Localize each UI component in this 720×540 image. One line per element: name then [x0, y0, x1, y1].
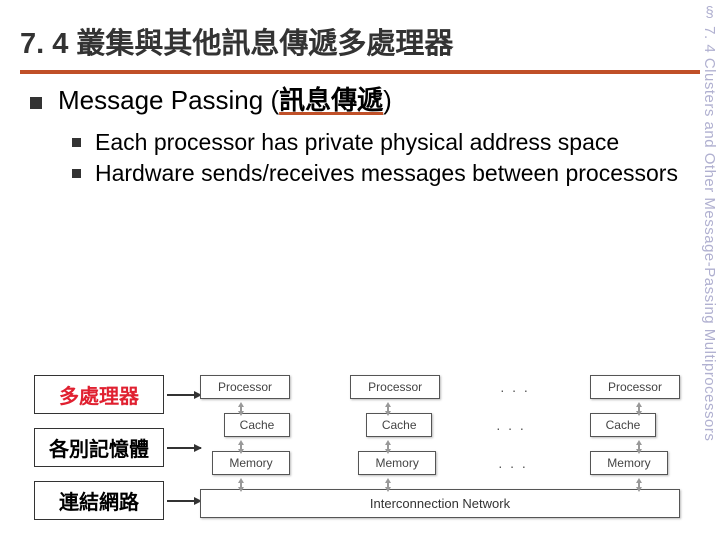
heading-base: Message Passing [58, 85, 270, 115]
bullet-item: Each processor has private physical addr… [72, 128, 690, 157]
slide: § 7. 4 Clusters and Other Message-Passin… [0, 0, 720, 540]
connector-line-icon [638, 481, 640, 489]
memory-box: Memory [590, 451, 668, 475]
cache-row: Cache Cache . . . Cache [200, 413, 680, 437]
heading-paren-close: ) [383, 85, 392, 115]
connector-line-icon [638, 443, 640, 451]
connector-line-icon [387, 481, 389, 489]
bullet-text: Hardware sends/receives messages between… [95, 159, 678, 188]
cache-box: Cache [224, 413, 290, 437]
processor-row: Processor Processor . . . Processor [200, 375, 680, 399]
connector-row [200, 481, 680, 489]
connector-row [200, 443, 680, 451]
heading-text: Message Passing (訊息傳遞) [58, 85, 392, 116]
arrow-icon [167, 500, 201, 502]
label-network: 連結網路 [34, 481, 164, 520]
square-bullet-icon [72, 169, 81, 178]
connector-line-icon [240, 405, 242, 413]
interconnect-box: Interconnection Network [200, 489, 680, 518]
connector-line-icon [240, 443, 242, 451]
connector-line-icon [387, 443, 389, 451]
label-text: 連結網路 [59, 492, 139, 514]
processor-box: Processor [590, 375, 680, 399]
arrow-icon [167, 447, 201, 449]
connector-line-icon [240, 481, 242, 489]
label-text: 各別記憶體 [49, 439, 149, 461]
processor-box: Processor [200, 375, 290, 399]
connector-row [200, 405, 680, 413]
section-sidebar: § 7. 4 Clusters and Other Message-Passin… [701, 4, 718, 441]
square-bullet-icon [30, 97, 42, 109]
bullet-text: Each processor has private physical addr… [95, 128, 619, 157]
heading-underlined: 訊息傳遞 [279, 85, 383, 115]
memory-row: Memory Memory . . . Memory [200, 451, 680, 475]
label-memory: 各別記憶體 [34, 428, 164, 467]
ellipsis-icon: . . . [496, 417, 525, 433]
label-multiprocessor: 多處理器 [34, 375, 164, 414]
ellipsis-icon: . . . [498, 455, 527, 471]
content-area: Message Passing (訊息傳遞) Each processor ha… [30, 85, 690, 190]
connector-line-icon [638, 405, 640, 413]
cache-box: Cache [366, 413, 432, 437]
heading-paren-open: ( [270, 85, 279, 115]
label-text: 多處理器 [59, 386, 139, 408]
title-bar: 7. 4 叢集與其他訊息傳遞多處理器 [20, 20, 700, 74]
cache-box: Cache [590, 413, 656, 437]
bullet-item: Hardware sends/receives messages between… [72, 159, 690, 188]
arrow-icon [167, 394, 201, 396]
slide-title: 7. 4 叢集與其他訊息傳遞多處理器 [20, 20, 700, 62]
connector-line-icon [387, 405, 389, 413]
architecture-diagram: Processor Processor . . . Processor Cach… [200, 375, 680, 518]
memory-box: Memory [358, 451, 436, 475]
heading-row: Message Passing (訊息傳遞) [30, 85, 690, 116]
square-bullet-icon [72, 138, 81, 147]
processor-box: Processor [350, 375, 440, 399]
yellow-labels: 多處理器 各別記憶體 連結網路 [34, 375, 164, 520]
memory-box: Memory [212, 451, 290, 475]
ellipsis-icon: . . . [500, 379, 529, 395]
